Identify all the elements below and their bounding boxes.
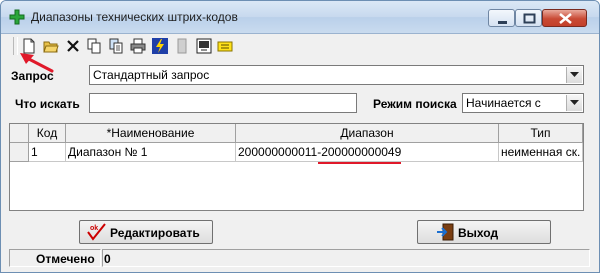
exit-door-icon <box>437 223 454 241</box>
chevron-down-icon <box>570 72 579 77</box>
maximize-icon <box>523 13 536 24</box>
status-bar: Отмечено 0 <box>9 249 591 267</box>
search-mode-label: Режим поиска <box>373 97 457 111</box>
exit-button[interactable]: Выход <box>417 220 551 244</box>
note-icon[interactable] <box>215 36 235 56</box>
search-input[interactable] <box>89 93 357 113</box>
close-icon <box>559 13 572 24</box>
app-icon <box>9 9 25 25</box>
column-header-code[interactable]: Код <box>29 124 66 143</box>
copy-icon[interactable] <box>84 36 104 56</box>
annotation-underline <box>318 162 401 164</box>
column-header-type[interactable]: Тип <box>499 124 583 143</box>
close-button[interactable] <box>542 9 587 27</box>
print-icon[interactable] <box>128 36 148 56</box>
copy-special-icon[interactable] <box>106 36 126 56</box>
minimize-icon <box>498 21 507 24</box>
query-select[interactable]: Стандартный запрос <box>89 65 584 85</box>
status-value-panel: 0 <box>102 249 590 267</box>
toolbar <box>7 34 597 58</box>
lightning-icon[interactable] <box>150 36 170 56</box>
cell-code[interactable]: 1 <box>29 143 66 162</box>
query-value: Стандартный запрос <box>93 68 210 82</box>
disabled-icon[interactable] <box>172 36 192 56</box>
status-value: 0 <box>104 252 111 266</box>
delete-icon[interactable] <box>63 36 83 56</box>
edit-button-label: Редактировать <box>110 226 200 240</box>
svg-text:ok: ok <box>90 225 98 232</box>
title-bar[interactable]: Диапазоны технических штрих-кодов <box>1 1 599 34</box>
main-window: Диапазоны технических штрих-кодов Запрос… <box>0 0 600 273</box>
edit-check-icon: ok <box>87 223 106 241</box>
maximize-button[interactable] <box>515 9 542 27</box>
query-dropdown-button[interactable] <box>566 67 582 83</box>
column-header-range[interactable]: Диапазон <box>236 124 499 143</box>
window-title: Диапазоны технических штрих-кодов <box>31 10 238 24</box>
export-icon[interactable] <box>194 36 214 56</box>
toolbar-grip[interactable] <box>13 37 18 55</box>
cell-range[interactable]: 200000000011-200000000049 <box>236 143 499 162</box>
search-label: Что искать <box>15 97 80 111</box>
exit-button-label: Выход <box>458 226 499 240</box>
edit-button[interactable]: ok Редактировать <box>79 220 213 244</box>
chevron-down-icon <box>570 100 579 105</box>
cell-type[interactable]: неименная ск. <box>499 143 583 162</box>
column-header-name[interactable]: *Наименование <box>66 124 236 143</box>
header-corner <box>10 124 29 143</box>
status-label-panel: Отмечено <box>9 249 101 267</box>
status-label: Отмечено <box>36 252 95 266</box>
cell-name[interactable]: Диапазон № 1 <box>66 143 236 162</box>
search-mode-select[interactable]: Начинается с <box>462 93 584 113</box>
minimize-button[interactable] <box>488 9 515 27</box>
data-table[interactable]: Код *Наименование Диапазон Тип 1 Диапазо… <box>9 123 584 211</box>
search-mode-value: Начинается с <box>466 96 541 110</box>
row-indicator[interactable] <box>10 143 29 162</box>
search-mode-dropdown-button[interactable] <box>566 95 582 111</box>
query-label: Запрос <box>11 69 54 83</box>
